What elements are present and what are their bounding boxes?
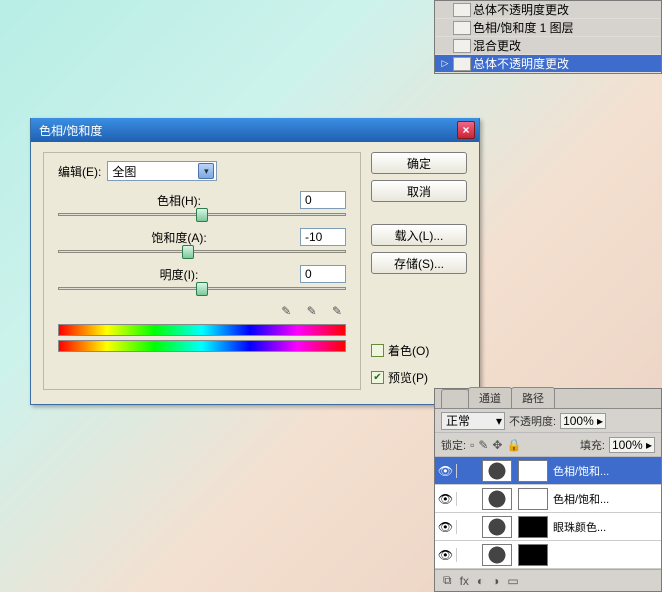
adjustment-icon (482, 544, 512, 566)
history-step-icon (453, 39, 471, 53)
dialog-titlebar[interactable]: 色相/饱和度 × (31, 118, 479, 142)
lock-label: 锁定: (441, 437, 466, 453)
layers-list: 👁 色相/饱和... 👁 色相/饱和... 👁 眼珠颜色... 👁 (435, 457, 661, 569)
layer-mask-thumb[interactable] (518, 460, 548, 482)
layer-mask-thumb[interactable] (518, 488, 548, 510)
hue-input[interactable] (300, 191, 346, 209)
hue-slider[interactable] (58, 213, 346, 216)
adjustment-icon (482, 460, 512, 482)
visibility-toggle-icon[interactable]: 👁 (435, 464, 457, 478)
lock-all-icon[interactable]: 🔒 (506, 438, 521, 452)
layer-style-icon[interactable]: fx (460, 574, 469, 588)
edit-label: 编辑(E): (58, 163, 101, 180)
fill-input[interactable]: 100% ▸ (609, 437, 655, 453)
layer-row[interactable]: 👁 (435, 541, 661, 569)
preview-label: 预览(P) (388, 369, 428, 386)
layer-row[interactable]: 👁 色相/饱和... (435, 457, 661, 485)
history-item[interactable]: ▷ 总体不透明度更改 (435, 55, 661, 73)
edit-channel-value: 全图 (112, 163, 136, 180)
opacity-input[interactable]: 100% ▸ (560, 413, 606, 429)
load-button[interactable]: 载入(L)... (371, 224, 467, 246)
chevron-down-icon: ▾ (496, 414, 502, 428)
layer-mask-thumb[interactable] (518, 516, 548, 538)
history-panel: 总体不透明度更改 色相/饱和度 1 图层 混合更改 ▷ 总体不透明度更改 (434, 0, 662, 74)
visibility-toggle-icon[interactable]: 👁 (435, 520, 457, 534)
hue-spectrum-top (58, 324, 346, 336)
layer-name[interactable]: 色相/饱和... (551, 491, 661, 507)
layers-panel: x 通道 路径 正常 ▾ 不透明度: 100% ▸ 锁定: ▫ ✎ ✥ 🔒 填充… (434, 388, 662, 592)
cancel-button[interactable]: 取消 (371, 180, 467, 202)
layer-row[interactable]: 👁 色相/饱和... (435, 485, 661, 513)
saturation-input[interactable] (300, 228, 346, 246)
history-step-label: 混合更改 (473, 37, 661, 54)
layer-name[interactable]: 色相/饱和... (551, 463, 661, 479)
hue-slider-thumb[interactable] (196, 208, 208, 222)
chevron-right-icon: ▸ (597, 414, 603, 428)
dialog-content-group: 编辑(E): 全图 ▾ 色相(H): 饱和度(A): (43, 152, 361, 390)
layer-mask-thumb[interactable] (518, 544, 548, 566)
opacity-value: 100% (563, 414, 594, 428)
lightness-label: 明度(I): (58, 266, 300, 283)
history-step-icon (453, 57, 471, 71)
history-step-label: 总体不透明度更改 (473, 55, 661, 72)
history-step-icon (453, 21, 471, 35)
eyedropper-minus-icon[interactable]: ✎ (328, 302, 346, 320)
dialog-title: 色相/饱和度 (39, 122, 457, 139)
layer-name[interactable]: 眼珠颜色... (551, 519, 661, 535)
history-step-label: 总体不透明度更改 (473, 1, 661, 18)
link-layers-icon[interactable]: ⧉ (443, 573, 452, 588)
lock-position-icon[interactable]: ✥ (492, 438, 502, 452)
blend-mode-value: 正常 (446, 412, 470, 429)
adjustment-layer-icon[interactable]: ◑ (492, 574, 499, 588)
history-item[interactable]: 总体不透明度更改 (435, 1, 661, 19)
chevron-right-icon: ▸ (646, 438, 652, 452)
colorize-checkbox[interactable] (371, 344, 384, 357)
tab-channels[interactable]: 通道 (468, 387, 512, 408)
eyedropper-plus-icon[interactable]: ✎ (303, 302, 321, 320)
adjustment-icon (482, 516, 512, 538)
edit-channel-select[interactable]: 全图 ▾ (107, 161, 217, 181)
save-button[interactable]: 存储(S)... (371, 252, 467, 274)
layer-row[interactable]: 👁 眼珠颜色... (435, 513, 661, 541)
saturation-slider-thumb[interactable] (182, 245, 194, 259)
lock-transparent-icon[interactable]: ▫ (470, 438, 474, 452)
visibility-toggle-icon[interactable]: 👁 (435, 492, 457, 506)
chevron-down-icon: ▾ (198, 163, 214, 179)
visibility-toggle-icon[interactable]: 👁 (435, 548, 457, 562)
blend-mode-select[interactable]: 正常 ▾ (441, 412, 505, 430)
hue-spectrum-bottom (58, 340, 346, 352)
eyedropper-icon[interactable]: ✎ (277, 302, 295, 320)
history-step-label: 色相/饱和度 1 图层 (473, 19, 661, 36)
tab-paths[interactable]: 路径 (511, 387, 555, 408)
layer-mask-icon[interactable]: ◐ (477, 574, 484, 588)
lock-paint-icon[interactable]: ✎ (478, 438, 488, 452)
history-step-icon (453, 3, 471, 17)
lock-icons-group: ▫ ✎ ✥ 🔒 (470, 438, 576, 452)
layers-panel-footer: ⧉ fx ◐ ◑ ▭ (435, 569, 661, 591)
group-icon[interactable]: ▭ (507, 574, 518, 588)
fill-value: 100% (612, 438, 643, 452)
saturation-slider[interactable] (58, 250, 346, 253)
tab-layers[interactable]: x (441, 389, 469, 408)
hue-saturation-dialog: 色相/饱和度 × 编辑(E): 全图 ▾ 色相(H): (30, 118, 480, 405)
colorize-label: 着色(O) (388, 342, 429, 359)
adjustment-icon (482, 488, 512, 510)
ok-button[interactable]: 确定 (371, 152, 467, 174)
history-item[interactable]: 混合更改 (435, 37, 661, 55)
hue-label: 色相(H): (58, 192, 300, 209)
fill-label: 填充: (580, 437, 605, 453)
lightness-input[interactable] (300, 265, 346, 283)
history-item[interactable]: 色相/饱和度 1 图层 (435, 19, 661, 37)
lightness-slider[interactable] (58, 287, 346, 290)
panel-tabs: x 通道 路径 (435, 389, 661, 409)
saturation-label: 饱和度(A): (58, 229, 300, 246)
history-current-icon: ▷ (439, 58, 451, 69)
preview-checkbox[interactable]: ✔ (371, 371, 384, 384)
opacity-label: 不透明度: (509, 413, 556, 429)
lightness-slider-thumb[interactable] (196, 282, 208, 296)
close-icon[interactable]: × (457, 121, 475, 139)
